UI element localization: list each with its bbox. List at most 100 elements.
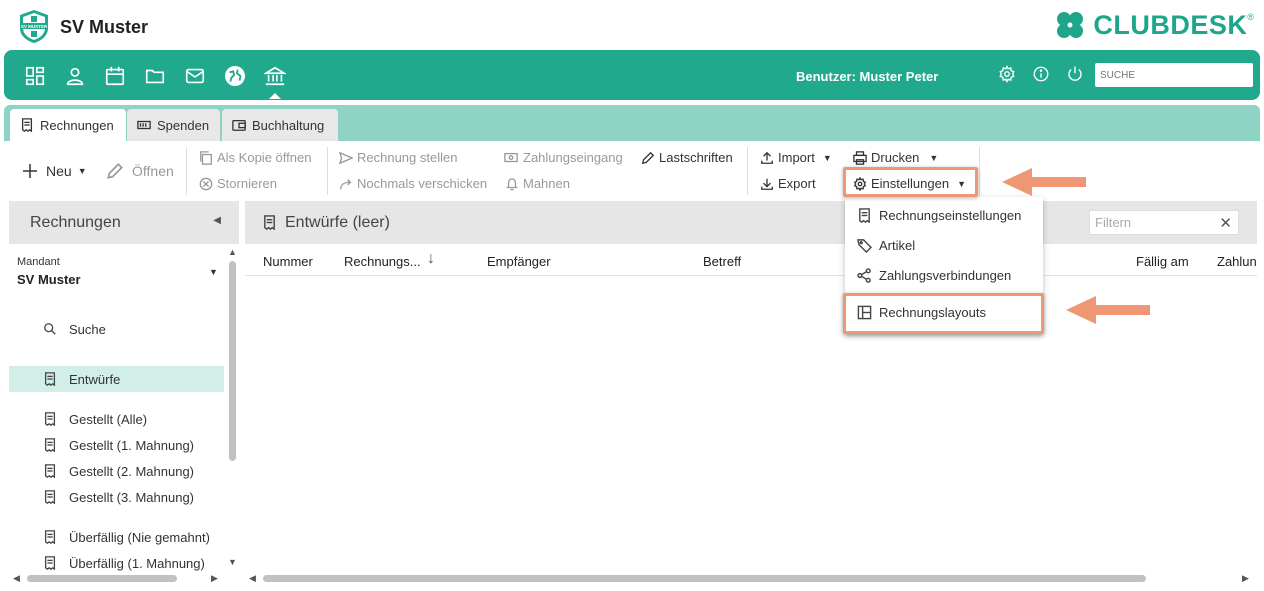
invoice-icon bbox=[21, 118, 33, 132]
nav-right-icons bbox=[998, 64, 1086, 85]
mandant-select[interactable]: SV Muster bbox=[17, 272, 81, 287]
caret-down-icon: ▼ bbox=[929, 152, 939, 163]
tab-label: Spenden bbox=[157, 117, 210, 133]
invoice-icon bbox=[44, 372, 56, 386]
invoice-icon bbox=[44, 412, 56, 426]
sidebar: Rechnungen ◀ Mandant SV Muster ▼ Suche E… bbox=[9, 201, 239, 581]
scrollbar-thumb[interactable] bbox=[263, 575, 1146, 582]
sidebar-item-gestellt-alle[interactable]: Gestellt (Alle) bbox=[9, 406, 224, 432]
collapse-left-icon[interactable]: ◀ bbox=[213, 215, 221, 226]
direct-debits-label: Lastschriften bbox=[659, 150, 733, 165]
main-panel: Entwürfe (leer) Filtern ✕ Nummer Rechnun… bbox=[245, 201, 1257, 581]
arrow-left-icon bbox=[1066, 296, 1150, 324]
cancel-invoice-button[interactable]: Stornieren bbox=[199, 176, 277, 191]
invoice-icon bbox=[264, 215, 275, 230]
sidebar-item-entwuerfe[interactable]: Entwürfe bbox=[9, 366, 224, 392]
column-empfaenger[interactable]: Empfänger bbox=[487, 254, 551, 269]
cancel-circle-icon bbox=[199, 177, 213, 190]
calendar-icon[interactable] bbox=[102, 63, 128, 89]
sidebar-item-label: Suche bbox=[69, 321, 106, 337]
resend-label: Nochmals verschicken bbox=[357, 176, 488, 191]
menu-item-rechnungseinstellungen[interactable]: Rechnungseinstellungen bbox=[845, 200, 1043, 230]
scroll-up-icon[interactable]: ▲ bbox=[228, 247, 237, 257]
caret-down-icon[interactable]: ▼ bbox=[209, 267, 218, 277]
scroll-right-icon[interactable]: ▶ bbox=[211, 573, 218, 584]
gear-icon[interactable] bbox=[998, 64, 1018, 85]
toolbar-separator bbox=[747, 147, 748, 195]
column-faellig-am[interactable]: Fällig am bbox=[1136, 254, 1189, 269]
new-button[interactable]: Neu ▼ bbox=[22, 163, 87, 179]
upload-icon bbox=[761, 151, 773, 164]
export-button[interactable]: Export bbox=[760, 176, 816, 191]
sidebar-vertical-scrollbar[interactable]: ▲ ▼ bbox=[228, 247, 238, 569]
dashboard-icon[interactable] bbox=[22, 63, 48, 89]
issue-invoice-button[interactable]: Rechnung stellen bbox=[339, 150, 457, 165]
mail-icon[interactable] bbox=[182, 63, 208, 89]
resend-button[interactable]: Nochmals verschicken bbox=[339, 176, 487, 191]
power-icon[interactable] bbox=[1066, 65, 1086, 85]
filter-input[interactable]: Filtern ✕ bbox=[1089, 210, 1239, 235]
sidebar-item-ueberfaellig-nie[interactable]: Überfällig (Nie gemahnt) bbox=[9, 524, 224, 550]
sort-arrow-down-icon[interactable]: ↓ bbox=[427, 250, 435, 268]
payment-received-button[interactable]: Zahlungseingang bbox=[503, 150, 623, 165]
export-label: Export bbox=[778, 176, 816, 191]
globe-icon[interactable] bbox=[222, 63, 248, 89]
tab-spenden[interactable]: Spenden bbox=[127, 109, 220, 141]
close-icon[interactable]: ✕ bbox=[1219, 214, 1232, 232]
sidebar-item-label: Gestellt (3. Mahnung) bbox=[69, 489, 195, 505]
tag-icon bbox=[857, 238, 872, 253]
highlight-einstellungen bbox=[843, 167, 978, 197]
menu-item-zahlungsverbindungen[interactable]: Zahlungsverbindungen bbox=[845, 260, 1043, 290]
sidebar-item-label: Entwürfe bbox=[69, 371, 121, 387]
search-icon bbox=[44, 323, 56, 335]
invoice-icon bbox=[44, 490, 56, 504]
scroll-left-icon[interactable]: ◀ bbox=[13, 573, 20, 584]
main-horizontal-scrollbar[interactable]: ◀ ▶ bbox=[245, 573, 1257, 585]
column-betreff[interactable]: Betreff bbox=[703, 254, 741, 269]
import-button[interactable]: Import ▼ bbox=[760, 150, 832, 165]
direct-debits-button[interactable]: Lastschriften bbox=[641, 150, 733, 165]
sidebar-item-gestellt-2-mahnung[interactable]: Gestellt (2. Mahnung) bbox=[9, 458, 224, 484]
print-button[interactable]: Drucken ▼ bbox=[853, 150, 938, 165]
toolbar-separator bbox=[979, 147, 980, 195]
main-navbar: Benutzer: Muster Peter bbox=[4, 50, 1260, 100]
column-zahlung[interactable]: Zahlun bbox=[1217, 254, 1257, 269]
scroll-left-icon[interactable]: ◀ bbox=[249, 573, 256, 584]
open-as-copy-button[interactable]: Als Kopie öffnen bbox=[199, 150, 311, 165]
menu-item-label: Artikel bbox=[879, 237, 916, 253]
sidebar-item-gestellt-3-mahnung[interactable]: Gestellt (3. Mahnung) bbox=[9, 484, 224, 510]
tab-buchhaltung[interactable]: Buchhaltung bbox=[222, 109, 338, 141]
scroll-down-icon[interactable]: ▼ bbox=[228, 557, 237, 567]
open-button[interactable]: Öffnen bbox=[106, 162, 174, 180]
brand-name: CLUBDESK bbox=[1093, 9, 1248, 40]
global-search-input[interactable] bbox=[1095, 63, 1253, 87]
scrollbar-thumb[interactable] bbox=[229, 261, 236, 461]
remind-button[interactable]: Mahnen bbox=[505, 176, 570, 191]
menu-item-artikel[interactable]: Artikel bbox=[845, 230, 1043, 260]
sidebar-item-gestellt-1-mahnung[interactable]: Gestellt (1. Mahnung) bbox=[9, 432, 224, 458]
sidebar-item-label: Gestellt (Alle) bbox=[69, 411, 148, 427]
column-rechnungsdatum[interactable]: Rechnungs... bbox=[344, 254, 421, 269]
invoice-icon bbox=[44, 438, 56, 452]
club-logo[interactable]: SV MUSTER bbox=[16, 8, 52, 44]
scroll-right-icon[interactable]: ▶ bbox=[1242, 573, 1249, 584]
download-icon bbox=[761, 178, 773, 190]
import-label: Import bbox=[778, 150, 815, 165]
caret-down-icon: ▼ bbox=[822, 152, 832, 163]
tab-rechnungen[interactable]: Rechnungen bbox=[10, 109, 126, 141]
sidebar-horizontal-scrollbar[interactable]: ◀ ▶ bbox=[9, 573, 224, 585]
invoice-icon bbox=[859, 207, 870, 223]
info-icon[interactable] bbox=[1032, 65, 1052, 85]
highlight-rechnungslayouts bbox=[843, 293, 1044, 334]
table-header: Nummer Rechnungs... ↓ Empfänger Betreff … bbox=[245, 244, 1257, 276]
club-name: SV Muster bbox=[60, 17, 149, 37]
bank-icon[interactable] bbox=[262, 63, 288, 99]
column-nummer[interactable]: Nummer bbox=[263, 254, 313, 269]
current-user-label: Benutzer: Muster Peter bbox=[796, 69, 939, 84]
folder-icon[interactable] bbox=[142, 63, 168, 89]
scrollbar-thumb[interactable] bbox=[27, 575, 177, 582]
sidebar-item-suche[interactable]: Suche bbox=[9, 316, 224, 342]
main-header: Entwürfe (leer) Filtern ✕ bbox=[245, 201, 1257, 244]
clubdesk-brand[interactable]: CLUBDESK ® bbox=[1053, 8, 1254, 42]
person-icon[interactable] bbox=[62, 63, 88, 89]
